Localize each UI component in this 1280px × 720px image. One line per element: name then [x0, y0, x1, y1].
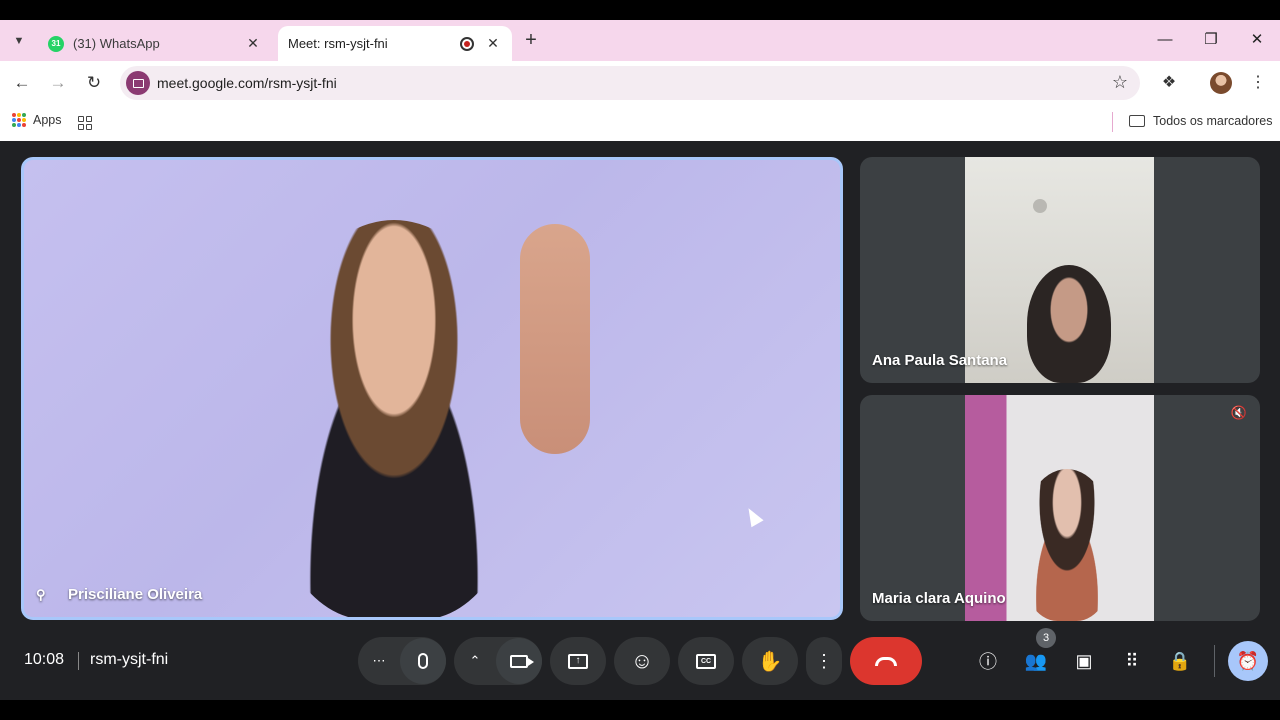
- tab-strip: ▼ 31 (31) WhatsApp ✕ Meet: rsm-ysjt-fni …: [0, 20, 1280, 183]
- tab-groups-icon[interactable]: [78, 116, 92, 130]
- participant-tile[interactable]: Ana Paula Santana: [860, 157, 1260, 383]
- timer-button[interactable]: ⏰: [1228, 641, 1268, 681]
- microphone-icon: [418, 653, 428, 669]
- alarm-clock-icon: ⏰: [1236, 650, 1260, 671]
- participant-face: [1019, 469, 1115, 621]
- participant-face: [1027, 265, 1111, 383]
- audio-options-icon[interactable]: ⋯: [358, 653, 400, 669]
- all-bookmarks-label: Todos os marcadores: [1153, 114, 1273, 128]
- bookmarks-separator: [1112, 112, 1113, 132]
- participant-video: [264, 220, 524, 617]
- more-vert-icon: ⋮: [815, 650, 833, 671]
- bookmark-star-icon[interactable]: ☆: [1112, 72, 1128, 93]
- participant-name-text: Maria clara Aquino: [872, 590, 1006, 607]
- participant-name: Ana Paula Santana: [872, 352, 1007, 369]
- leave-call-button[interactable]: [850, 637, 922, 685]
- participant-name-text: Prisciliane Oliveira: [68, 586, 203, 603]
- participant-name-text: Ana Paula Santana: [872, 352, 1008, 369]
- emoji-icon: ☺: [630, 648, 654, 673]
- url-text[interactable]: meet.google.com/rsm-ysjt-fni: [157, 75, 337, 91]
- tab-title: (31) WhatsApp: [73, 36, 160, 51]
- raise-hand-icon: ✋: [757, 650, 783, 673]
- browser-menu-icon[interactable]: ⋮: [1250, 71, 1266, 95]
- present-screen-icon: ↑: [568, 653, 588, 669]
- more-options-button[interactable]: ⋮: [806, 637, 842, 685]
- host-controls-button[interactable]: 🔒: [1166, 647, 1194, 675]
- meet-stage: ⚲ Prisciliane Oliveira Ana Paula Santana…: [0, 141, 1280, 700]
- people-icon: 👥: [1024, 650, 1048, 671]
- profile-avatar[interactable]: [1210, 72, 1232, 94]
- apps-grid-icon: ⠿: [1125, 650, 1139, 671]
- extensions-icon[interactable]: ❖: [1158, 72, 1180, 94]
- lock-person-icon: 🔒: [1168, 650, 1192, 671]
- raised-hand-video: [520, 224, 590, 454]
- apps-label: Apps: [33, 113, 62, 127]
- video-control-group: ⌃: [454, 637, 542, 685]
- info-icon: ⓘ: [979, 652, 997, 672]
- audio-control-group: ⋯: [358, 637, 446, 685]
- meeting-clock: 10:08: [24, 651, 65, 668]
- folder-icon: [1129, 115, 1145, 127]
- letterbox-top: [0, 0, 1280, 20]
- bookmarks-bar: Apps Todos os marcadores: [0, 105, 1280, 141]
- meeting-code: rsm-ysjt-fni: [90, 651, 169, 668]
- close-tab-icon[interactable]: ✕: [244, 35, 262, 53]
- chat-icon: ▣: [1075, 650, 1093, 671]
- pin-icon[interactable]: ⚲: [36, 587, 52, 603]
- minimize-button[interactable]: —: [1150, 28, 1180, 52]
- captions-button[interactable]: CC: [678, 637, 734, 685]
- whatsapp-icon: 31: [48, 35, 64, 52]
- tab-whatsapp[interactable]: 31 (31) WhatsApp ✕: [38, 26, 272, 61]
- present-button[interactable]: ↑: [550, 637, 606, 685]
- forward-icon[interactable]: →: [46, 71, 70, 95]
- participant-video: [965, 395, 1154, 621]
- apps-shortcut[interactable]: Apps: [12, 113, 62, 127]
- close-window-button[interactable]: ✕: [1242, 28, 1272, 52]
- tab-title: Meet: rsm-ysjt-fni: [288, 36, 388, 51]
- new-tab-button[interactable]: +: [520, 29, 542, 51]
- camera-button[interactable]: [496, 638, 542, 684]
- mic-off-icon: 🔇: [1230, 405, 1248, 420]
- participant-video: [965, 157, 1154, 383]
- people-button[interactable]: 👥: [1022, 647, 1050, 675]
- meeting-details-button[interactable]: ⓘ: [974, 647, 1002, 675]
- participant-tile-featured[interactable]: ⚲ Prisciliane Oliveira: [21, 157, 843, 620]
- browser-toolbar: ← → ↻ meet.google.com/rsm-ysjt-fni ☆ ❖ ⋮: [0, 61, 1280, 105]
- tab-search-button[interactable]: ▼: [8, 30, 30, 52]
- letterbox-bottom: [0, 700, 1280, 720]
- controls-separator: [1214, 645, 1215, 677]
- raise-hand-button[interactable]: ✋: [742, 637, 798, 685]
- chat-button[interactable]: ▣: [1070, 647, 1098, 675]
- participant-count-badge: 3: [1036, 628, 1056, 648]
- address-bar[interactable]: meet.google.com/rsm-ysjt-fni ☆: [120, 66, 1140, 100]
- video-options-icon[interactable]: ⌃: [454, 653, 496, 669]
- apps-grid-icon: [12, 113, 26, 127]
- ceiling-lamp: [1033, 199, 1047, 213]
- activities-button[interactable]: ⠿: [1118, 647, 1146, 675]
- reload-icon[interactable]: ↻: [82, 71, 106, 95]
- participant-tile[interactable]: 🔇 Maria clara Aquino: [860, 395, 1260, 621]
- restore-button[interactable]: ❐: [1196, 28, 1226, 52]
- all-bookmarks-button[interactable]: Todos os marcadores: [1129, 114, 1273, 128]
- tab-meet[interactable]: Meet: rsm-ysjt-fni ✕: [278, 26, 512, 183]
- microphone-button[interactable]: [400, 638, 446, 684]
- close-tab-icon[interactable]: ✕: [484, 35, 502, 53]
- back-icon[interactable]: ←: [10, 71, 34, 95]
- participant-name: ⚲ Prisciliane Oliveira: [36, 586, 202, 603]
- reactions-button[interactable]: ☺: [614, 637, 670, 685]
- participant-name: Maria clara Aquino: [872, 590, 1006, 607]
- captions-icon: CC: [696, 653, 716, 669]
- camera-icon: [510, 654, 534, 668]
- site-info-icon[interactable]: [126, 71, 150, 95]
- clock-divider: [78, 652, 79, 670]
- leave-call-icon: [875, 656, 897, 666]
- recording-icon: [460, 36, 474, 51]
